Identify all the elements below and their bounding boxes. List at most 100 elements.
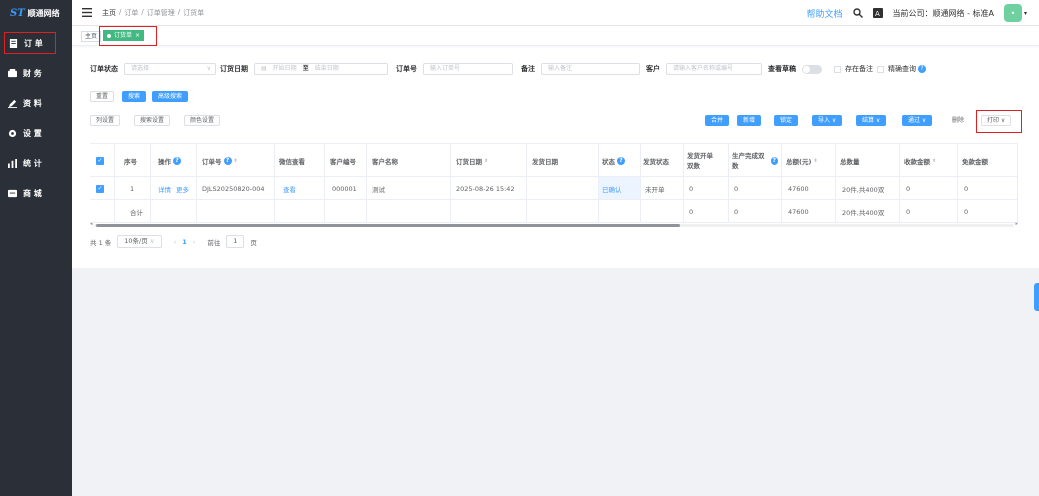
search-settings-button[interactable]: 搜索设置: [134, 115, 171, 126]
cell-action: 详情 更多: [156, 177, 189, 200]
prev-page-icon[interactable]: ‹: [174, 238, 177, 246]
menu-toggle-icon[interactable]: [82, 8, 92, 17]
pager-total: 共 1 条: [90, 238, 112, 247]
tag-home[interactable]: 主页: [81, 31, 102, 42]
empty-area: [72, 268, 1039, 496]
merge-button[interactable]: 合并: [705, 115, 730, 126]
edit-icon: [8, 99, 17, 108]
help-icon[interactable]: ?: [918, 65, 926, 73]
scroll-left-icon: ◂: [90, 221, 93, 227]
chevron-down-icon: ∨: [206, 65, 211, 72]
status-badge: 已确认: [602, 185, 622, 194]
chevron-down-icon: ∨: [149, 237, 155, 245]
draft-toggle[interactable]: [802, 64, 822, 74]
remark-input[interactable]: 输入备注: [541, 63, 640, 75]
approve-button[interactable]: 通过 ∨: [902, 115, 933, 126]
settle-button[interactable]: 结算 ∨: [856, 115, 887, 126]
tag-order[interactable]: 订货单 ×: [103, 30, 145, 41]
th-total[interactable]: 总额(元) ⬍: [784, 144, 818, 178]
goto-input[interactable]: 1: [226, 235, 245, 248]
th-orderno[interactable]: 订单号? ⬍: [200, 144, 238, 178]
sidebar-item-stats[interactable]: 统 计: [8, 153, 68, 173]
breadcrumb: 主页 / 订单 / 订单管理 / 订货单: [102, 7, 205, 18]
th-orderdate[interactable]: 订货日期 ⬍: [454, 144, 488, 178]
chevron-down-icon[interactable]: ▾: [1024, 10, 1027, 17]
sidebar-item-finance[interactable]: 财 务: [8, 63, 68, 83]
help-icon: ?: [770, 157, 778, 165]
cell-custname: 测试: [372, 185, 385, 194]
color-settings-button[interactable]: 颜色设置: [184, 115, 221, 126]
orderno-label: 订单号: [396, 65, 417, 73]
app: ST 顺通网络 订 单 财 务 资 料 设 置 统 计 商 城 主页 / 订单 …: [0, 0, 1039, 496]
close-icon[interactable]: ×: [135, 30, 140, 41]
logo: ST 顺通网络: [0, 0, 72, 26]
reset-button[interactable]: 重置: [90, 91, 115, 102]
date-range-input[interactable]: ▤ 开始日期 至 结束日期: [254, 63, 388, 75]
goto-label: 前往: [207, 238, 221, 247]
logo-mark-icon: ST: [10, 7, 25, 19]
cell-shipstatus: 未开单: [645, 185, 665, 194]
logo-text: 顺通网络: [27, 8, 60, 18]
customer-input[interactable]: 请输入客户名称或编号: [666, 63, 762, 75]
cell-shipdate: [530, 177, 532, 200]
cell-waived: 0: [964, 184, 969, 193]
search-button[interactable]: 搜索: [122, 91, 147, 102]
sidebar-item-label: 财 务: [23, 68, 42, 78]
import-button[interactable]: 导入 ∨: [812, 115, 843, 126]
cell-shipopen: 0: [689, 184, 694, 193]
wechat-view-link[interactable]: 查看: [281, 177, 296, 200]
page-size-select[interactable]: 10条/页 ∨: [117, 235, 162, 248]
breadcrumb-home[interactable]: 主页: [102, 8, 116, 18]
precise-checkbox[interactable]: [877, 65, 884, 73]
sidebar-item-store[interactable]: 商 城: [8, 183, 68, 203]
draft-label: 查看草稿: [768, 65, 796, 73]
detail-link[interactable]: 详情: [158, 184, 171, 194]
scroll-thumb[interactable]: [96, 224, 680, 227]
chart-icon: [8, 158, 17, 168]
search-icon[interactable]: [852, 8, 863, 18]
th-shipdate: 发货日期: [532, 158, 558, 166]
status-select[interactable]: 请选择 ∨: [124, 63, 216, 75]
column-settings-button[interactable]: 列设置: [90, 115, 121, 126]
tag-label: 订货单: [114, 32, 133, 39]
tags-bar: 主页 订货单 ×: [72, 26, 1039, 46]
sum-waived: 0: [964, 207, 969, 216]
sidebar-item-settings[interactable]: 设 置: [8, 123, 68, 143]
cell-prodfinish: 0: [734, 184, 739, 193]
table-h-scrollbar[interactable]: ◂ ▸: [90, 221, 1018, 228]
sidebar-item-label: 订 单: [24, 38, 43, 48]
help-docs-link[interactable]: 帮助文档: [807, 7, 843, 20]
th-received[interactable]: 收款金额 ⬍: [902, 144, 936, 178]
avatar[interactable]: •: [1003, 4, 1022, 22]
th-shipopen: 发货开单双数: [687, 152, 713, 170]
float-side-tab[interactable]: [1034, 283, 1039, 311]
remark-label: 备注: [521, 65, 535, 73]
delete-button[interactable]: 删除: [946, 115, 971, 126]
lock-button[interactable]: 锁定: [774, 115, 799, 126]
breadcrumb-current: 订货单: [183, 8, 205, 17]
orderno-input[interactable]: 输入订单号: [423, 63, 513, 75]
has-remark-checkbox[interactable]: [834, 65, 841, 73]
order-icon: [9, 38, 18, 48]
breadcrumb-order: 订单: [124, 8, 139, 17]
row-checkbox[interactable]: ✓: [94, 177, 104, 200]
cell-custno: 000001: [332, 184, 357, 193]
select-all-checkbox[interactable]: ✓: [94, 144, 104, 178]
sum-label: 合计: [130, 208, 143, 217]
add-button[interactable]: 新增: [737, 115, 762, 126]
th-waived: 免款金额: [962, 158, 988, 166]
font-size-icon[interactable]: A: [872, 8, 883, 18]
help-icon: ?: [617, 157, 625, 165]
cell-received: 0: [906, 184, 911, 193]
tag-active-highlight: 订货单 ×: [99, 26, 157, 46]
page-suffix: 页: [250, 238, 257, 247]
sidebar-item-data[interactable]: 资 料: [8, 93, 68, 113]
sum-shipopen: 0: [689, 207, 694, 216]
page-current[interactable]: 1: [182, 238, 187, 246]
advanced-search-button[interactable]: 高级搜索: [152, 91, 189, 102]
filter-row: 订单状态 请选择 ∨ 订货日期 ▤ 开始日期 至 结束日期 订单号 输入订单号 备…: [90, 63, 926, 75]
next-page-icon[interactable]: ›: [193, 238, 196, 246]
more-link[interactable]: 更多: [176, 184, 189, 194]
sidebar-item-order[interactable]: 订 单: [4, 32, 56, 54]
table-row: ✓ 1 详情 更多 DJLS20250820-004 查看 000001 测试 …: [90, 177, 1018, 200]
